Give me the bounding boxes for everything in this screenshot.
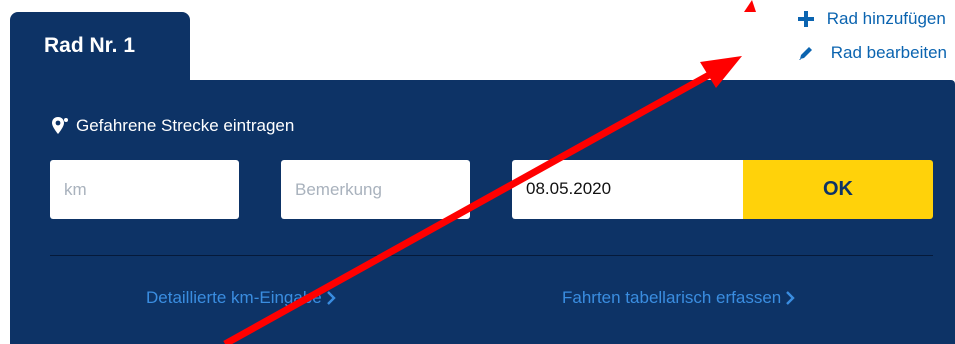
detail-km-label: Detaillierte km-Eingabe bbox=[146, 288, 322, 307]
tab-label: Rad Nr. 1 bbox=[44, 34, 136, 57]
chevron-right-icon bbox=[785, 291, 795, 305]
route-pin-icon bbox=[50, 116, 70, 136]
page: Rad hinzufügen Rad bearbeiten Rad Nr. 1 bbox=[0, 0, 955, 344]
tab-bike-1[interactable]: Rad Nr. 1 bbox=[10, 12, 190, 80]
section-title: Gefahrene Strecke eintragen bbox=[50, 116, 294, 136]
divider bbox=[50, 255, 933, 256]
distance-entry-panel: Gefahrene Strecke eintragen 08.05.2020 O… bbox=[10, 80, 955, 344]
edit-bike-link[interactable]: Rad bearbeiten bbox=[795, 40, 947, 66]
date-input[interactable]: 08.05.2020 bbox=[512, 160, 743, 219]
header-actions: Rad hinzufügen Rad bearbeiten bbox=[795, 6, 947, 66]
add-bike-link[interactable]: Rad hinzufügen bbox=[795, 6, 946, 32]
detail-km-link[interactable]: Detaillierte km-Eingabe bbox=[146, 288, 336, 308]
plus-icon bbox=[795, 8, 817, 30]
section-title-text: Gefahrene Strecke eintragen bbox=[76, 116, 295, 135]
ok-button[interactable]: OK bbox=[743, 160, 933, 219]
km-input[interactable] bbox=[50, 160, 239, 219]
table-entry-label: Fahrten tabellarisch erfassen bbox=[562, 288, 782, 307]
edit-bike-label: Rad bearbeiten bbox=[830, 43, 947, 62]
date-value: 08.05.2020 bbox=[526, 179, 612, 198]
add-bike-label: Rad hinzufügen bbox=[826, 9, 946, 28]
pencil-icon bbox=[795, 42, 817, 64]
annotation-arrow-tip-top bbox=[744, 0, 756, 12]
chevron-right-icon bbox=[326, 291, 336, 305]
table-entry-link[interactable]: Fahrten tabellarisch erfassen bbox=[562, 288, 795, 308]
note-input[interactable] bbox=[281, 160, 470, 219]
